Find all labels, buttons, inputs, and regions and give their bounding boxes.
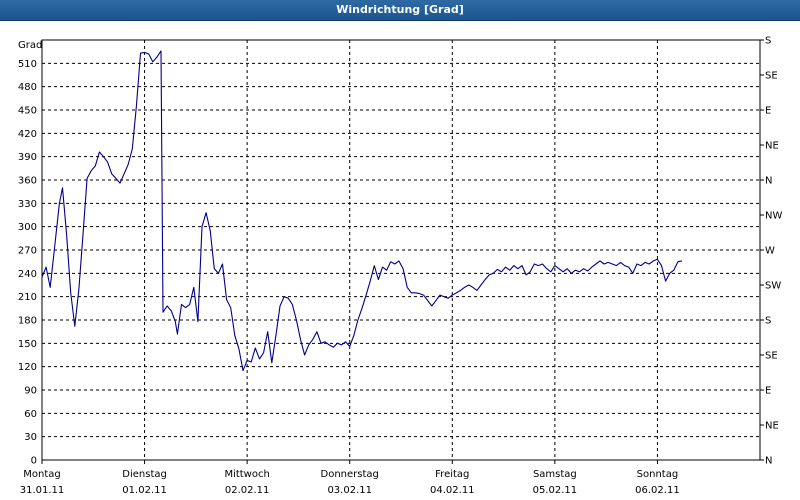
y2-tick-label: SE bbox=[765, 351, 778, 362]
y-tick-label: 510 bbox=[18, 59, 37, 70]
y-tick-label: 360 bbox=[18, 176, 37, 187]
x-date-label: 31.01.11 bbox=[20, 485, 65, 496]
x-date-label: 04.02.11 bbox=[430, 485, 475, 496]
y-tick-label: 390 bbox=[18, 152, 37, 163]
y-tick-label: 420 bbox=[18, 129, 37, 140]
x-day-label: Freitag bbox=[435, 469, 469, 480]
y2-tick-label: NE bbox=[765, 141, 779, 152]
y-tick-label: 330 bbox=[18, 199, 37, 210]
y-tick-label: 90 bbox=[24, 386, 37, 397]
y-tick-label: 180 bbox=[18, 316, 37, 327]
y2-tick-label: S bbox=[765, 36, 771, 47]
y2-tick-label: N bbox=[765, 176, 772, 187]
x-day-label: Donnerstag bbox=[321, 469, 379, 480]
x-date-label: 06.02.11 bbox=[635, 485, 680, 496]
y-tick-label: 150 bbox=[18, 339, 37, 350]
wind-direction-chart: 0 30 60 90 120 150 180 210 240 270 300 330 360 390 420… bbox=[18, 36, 783, 497]
x-date-label: 02.02.11 bbox=[225, 485, 270, 496]
y2-tick-label: SE bbox=[765, 71, 778, 82]
y2-tick-label: S bbox=[765, 316, 771, 327]
plot-frame bbox=[41, 39, 761, 461]
y2-tick-label: NW bbox=[765, 211, 782, 222]
y-tick-label: 30 bbox=[24, 432, 37, 443]
x-day-label: Dienstag bbox=[122, 469, 167, 480]
y-tick-label: 480 bbox=[18, 82, 37, 93]
x-day-label: Montag bbox=[23, 469, 60, 480]
x-day-label: Samstag bbox=[533, 469, 577, 480]
y2-tick-label: W bbox=[765, 246, 775, 257]
y-axis-label: Grad bbox=[18, 40, 42, 51]
x-date-label: 03.02.11 bbox=[327, 485, 372, 496]
y-tick-label: 450 bbox=[18, 106, 37, 117]
y2-tick-label: N bbox=[765, 456, 772, 467]
y-tick-label: 270 bbox=[18, 246, 37, 257]
y2-tick-label: E bbox=[765, 106, 771, 117]
y2-tick-label: NE bbox=[765, 421, 779, 432]
x-date-label: 01.02.11 bbox=[122, 485, 167, 496]
x-day-label: Sonntag bbox=[637, 469, 679, 480]
y2-tick-label: E bbox=[765, 386, 771, 397]
y-tick-label: 240 bbox=[18, 269, 37, 280]
y-tick-label: 300 bbox=[18, 222, 37, 233]
y-tick-label: 210 bbox=[18, 292, 37, 303]
y-tick-label: 120 bbox=[18, 362, 37, 373]
x-date-label: 05.02.11 bbox=[533, 485, 578, 496]
y2-tick-label: SW bbox=[765, 281, 781, 292]
y-tick-label: 0 bbox=[31, 456, 37, 467]
y-tick-label: 60 bbox=[24, 409, 37, 420]
x-day-label: Mittwoch bbox=[224, 469, 269, 480]
